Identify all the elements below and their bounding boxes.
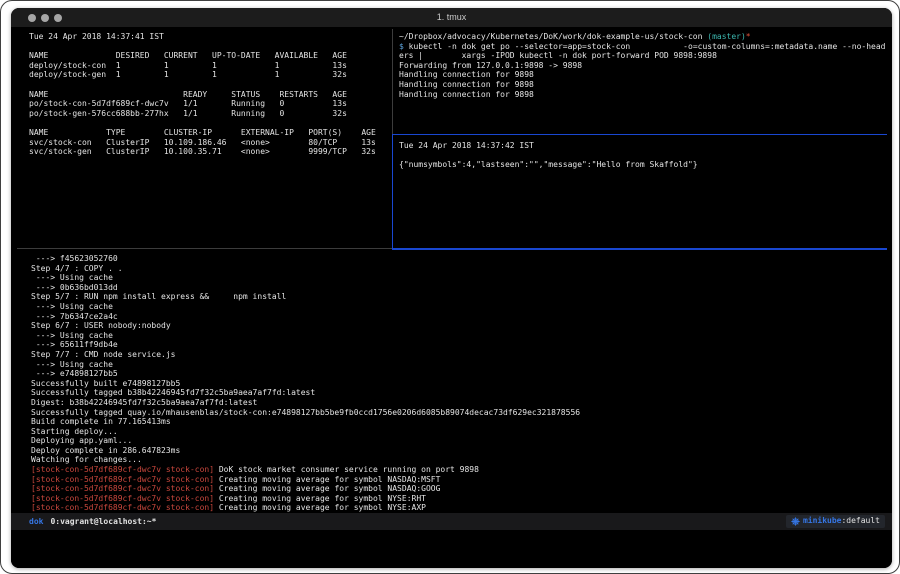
pod-log-line: [stock-con-5d7df689cf-dwc7v stock-con] D… xyxy=(31,465,891,475)
pane-kubectl-watch[interactable]: Tue 24 Apr 2018 14:37:41 IST NAME DESIRE… xyxy=(29,32,391,157)
kube-context: minikube xyxy=(803,516,842,525)
pod-log-message: Creating moving average for symbol NYSE:… xyxy=(214,503,426,512)
git-branch: (master) xyxy=(707,32,746,41)
kube-context-status: minikube:default xyxy=(786,515,885,528)
command-text: kubectl -n dok get po --selector=app=sto… xyxy=(404,42,886,51)
pod-log-prefix: [stock-con-5d7df689cf-dwc7v stock-con] xyxy=(31,465,214,474)
pane-divider-horizontal-right-active xyxy=(392,248,887,250)
pane-port-forward[interactable]: ~/Dropbox/advocacy/Kubernetes/DoK/work/d… xyxy=(399,32,889,99)
window-title: 1. tmux xyxy=(11,12,892,22)
titlebar[interactable]: 1. tmux xyxy=(11,8,892,28)
pod-log-prefix: [stock-con-5d7df689cf-dwc7v stock-con] xyxy=(31,475,214,484)
pod-log-message: Creating moving average for symbol NASDA… xyxy=(214,475,440,484)
pane-curl-response[interactable]: Tue 24 Apr 2018 14:37:42 IST {"numsymbol… xyxy=(399,141,889,170)
pod-log-message: DoK stock market consumer service runnin… xyxy=(214,465,479,474)
pod-log-line: [stock-con-5d7df689cf-dwc7v stock-con] C… xyxy=(31,475,891,485)
port-forward-output: ers | xargs -IPOD kubectl -n dok port-fo… xyxy=(399,51,889,99)
helm-wheel-icon xyxy=(791,517,800,526)
command-line: $ kubectl -n dok get po --selector=app=s… xyxy=(399,42,889,52)
pod-log-prefix: [stock-con-5d7df689cf-dwc7v stock-con] xyxy=(31,503,214,512)
git-dirty-marker: * xyxy=(746,32,751,41)
session-name[interactable]: dok xyxy=(29,517,43,527)
terminal-window: 1. tmux Tue 24 Apr 2018 14:37:41 IST NAM… xyxy=(11,8,892,568)
pod-log-line: [stock-con-5d7df689cf-dwc7v stock-con] C… xyxy=(31,494,891,504)
pane-divider-vertical-top xyxy=(392,29,393,134)
screenshot-frame: 1. tmux Tue 24 Apr 2018 14:37:41 IST NAM… xyxy=(0,0,900,574)
pane-divider-horizontal-left xyxy=(17,248,392,249)
tmux-status-bar: dok 0:vagrant@localhost:~* minikube:defa… xyxy=(11,513,892,530)
cwd-path: ~/Dropbox/advocacy/Kubernetes/DoK/work/d… xyxy=(399,32,707,41)
pod-log-message: Creating moving average for symbol NASDA… xyxy=(214,484,440,493)
pod-log-line: [stock-con-5d7df689cf-dwc7v stock-con] C… xyxy=(31,484,891,494)
pod-log-message: Creating moving average for symbol NYSE:… xyxy=(214,494,426,503)
terminal-content: Tue 24 Apr 2018 14:37:41 IST NAME DESIRE… xyxy=(11,28,892,568)
window-label[interactable]: 0:vagrant@localhost:~* xyxy=(50,517,156,527)
pod-log-prefix: [stock-con-5d7df689cf-dwc7v stock-con] xyxy=(31,494,214,503)
pane-divider-vertical-active xyxy=(392,134,393,249)
prompt-path-line: ~/Dropbox/advocacy/Kubernetes/DoK/work/d… xyxy=(399,32,889,42)
pane-skaffold-build[interactable]: ---> f45623052760 Step 4/7 : COPY . . --… xyxy=(31,254,891,513)
pane-divider-right-upper xyxy=(392,134,887,135)
pod-log-prefix: [stock-con-5d7df689cf-dwc7v stock-con] xyxy=(31,484,214,493)
kube-namespace: :default xyxy=(841,516,880,525)
docker-build-output: ---> f45623052760 Step 4/7 : COPY . . --… xyxy=(31,254,891,465)
pod-log-line: [stock-con-5d7df689cf-dwc7v stock-con] C… xyxy=(31,503,891,513)
